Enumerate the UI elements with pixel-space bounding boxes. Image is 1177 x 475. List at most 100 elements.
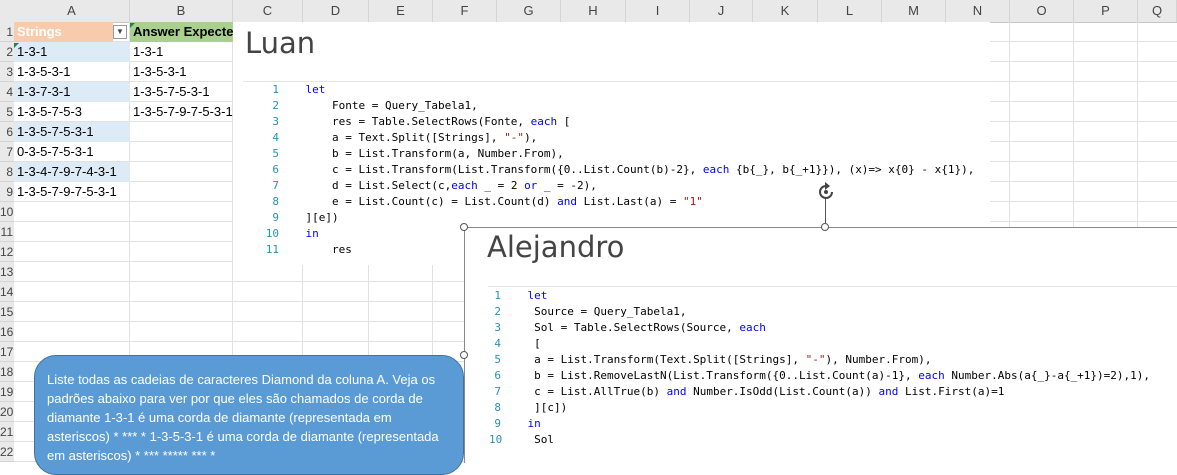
- resize-handle-top-middle[interactable]: [821, 223, 829, 231]
- code-keyword: let: [305, 83, 326, 96]
- string-cell[interactable]: 1-3-7-3-1: [14, 82, 130, 102]
- column-header-g[interactable]: G: [497, 0, 561, 22]
- string-cell[interactable]: 1-3-5-3-1: [14, 62, 130, 82]
- code-line: 5 b = List.Transform(a, Number.From),: [263, 146, 564, 162]
- row-header-3[interactable]: 3: [0, 62, 14, 82]
- expected-cell[interactable]: 1-3-5-7-9-7-5-3-1: [130, 102, 233, 122]
- alejandro-code-block: 1 let 2 Source = Query_Tabela1, 3 Sol = Ta…: [489, 288, 1174, 458]
- resize-handle-middle-left[interactable]: [460, 351, 468, 359]
- code-text: res = Table.SelectRows(Fonte,: [305, 115, 531, 128]
- row-header-10[interactable]: 10: [0, 202, 14, 222]
- code-line: 7 d = List.Select(c,each _ = 2 or _ = -2…: [263, 178, 597, 194]
- code-line: 6 c = List.Transform(List.Transform({0..…: [263, 162, 974, 178]
- alejandro-panel: Alejandro 1 let 2 Source = Query_Tabela1,…: [464, 227, 1177, 463]
- line-number: 2: [494, 305, 501, 318]
- row-header-19[interactable]: 19: [0, 382, 14, 402]
- column-header-k[interactable]: K: [753, 0, 818, 22]
- row-header-8[interactable]: 8: [0, 162, 14, 182]
- code-text: _ = 2: [477, 179, 525, 192]
- row-header-22[interactable]: 22: [0, 442, 14, 462]
- string-cell[interactable]: 1-3-5-7-5-3: [14, 102, 130, 122]
- column-header-d[interactable]: D: [303, 0, 369, 22]
- column-header-h[interactable]: H: [561, 0, 626, 22]
- code-text: [: [557, 115, 571, 128]
- line-number: 3: [494, 321, 501, 334]
- code-string: "-": [504, 131, 525, 144]
- code-line: 2 Fonte = Query_Tabela1,: [263, 98, 477, 114]
- code-text: Number.IsOdd(List.Count(a)): [686, 385, 879, 398]
- rotate-handle-icon[interactable]: [815, 181, 837, 203]
- column-header-o[interactable]: O: [1010, 0, 1074, 22]
- column-header-j[interactable]: J: [690, 0, 753, 22]
- code-line: 3 Sol = Table.SelectRows(Source, each: [489, 320, 766, 336]
- code-text: d = List.Select(c,: [305, 179, 452, 192]
- string-cell[interactable]: 1-3-5-7-9-7-5-3-1: [14, 182, 130, 202]
- column-header-m[interactable]: M: [882, 0, 946, 22]
- expected-cell[interactable]: 1-3-1: [130, 42, 233, 62]
- column-header-f[interactable]: F: [433, 0, 497, 22]
- string-cell[interactable]: 1-3-4-7-9-7-4-3-1: [14, 162, 130, 182]
- alejandro-title: Alejandro: [487, 230, 625, 264]
- filter-dropdown-icon[interactable]: ▼: [113, 25, 127, 39]
- column-header-l[interactable]: L: [818, 0, 882, 22]
- row-header-9[interactable]: 9: [0, 182, 14, 202]
- row-header-15[interactable]: 15: [0, 302, 14, 322]
- header-cell-answer-expected[interactable]: Answer Expected: [130, 22, 233, 42]
- code-line: 9 in: [489, 416, 541, 432]
- row-header-20[interactable]: 20: [0, 402, 14, 422]
- code-string: "1": [683, 195, 703, 208]
- row-header-21[interactable]: 21: [0, 422, 14, 442]
- code-line: 5 a = List.Transform(Text.Split([Strings…: [489, 352, 932, 368]
- code-text: b = List.Transform(a, Number.From),: [305, 147, 564, 160]
- line-number: 4: [494, 337, 501, 350]
- code-keyword: each: [739, 321, 766, 334]
- row-header-18[interactable]: 18: [0, 362, 14, 382]
- column-header-i[interactable]: I: [626, 0, 690, 22]
- header-cell-strings[interactable]: Strings: [14, 22, 113, 42]
- row-header-5[interactable]: 5: [0, 102, 14, 122]
- column-header-a[interactable]: A: [14, 0, 130, 22]
- line-number: 7: [494, 385, 501, 398]
- callout-shape[interactable]: Liste todas as cadeias de caracteres Dia…: [34, 355, 464, 475]
- code-keyword: let: [527, 289, 548, 302]
- code-text: a = Text.Split([Strings],: [305, 131, 505, 144]
- row-header-6[interactable]: 6: [0, 122, 14, 142]
- code-keyword: and: [557, 195, 578, 208]
- row-header-4[interactable]: 4: [0, 82, 14, 102]
- code-line: 1 let: [489, 288, 547, 304]
- row-header-16[interactable]: 16: [0, 322, 14, 342]
- string-cell[interactable]: 1-3-1: [14, 42, 130, 62]
- row-header-12[interactable]: 12: [0, 242, 14, 262]
- code-text: ), Number.From),: [825, 353, 932, 366]
- line-number: 7: [272, 179, 279, 192]
- code-text: c = List.Transform(List.Transform({0..Li…: [305, 163, 703, 176]
- row-header-13[interactable]: 13: [0, 262, 14, 282]
- code-keyword: or: [524, 179, 538, 192]
- line-number: 10: [265, 227, 279, 240]
- callout-text: Liste todas as cadeias de caracteres Dia…: [47, 372, 439, 463]
- code-keyword: in: [527, 417, 541, 430]
- row-header-17[interactable]: 17: [0, 342, 14, 362]
- row-header-14[interactable]: 14: [0, 282, 14, 302]
- string-cell[interactable]: 0-3-5-7-5-3-1: [14, 142, 130, 162]
- column-header-n[interactable]: N: [946, 0, 1010, 22]
- row-header-1[interactable]: 1: [0, 22, 14, 42]
- column-header-e[interactable]: E: [369, 0, 433, 22]
- column-header-c[interactable]: C: [233, 0, 303, 22]
- code-text: res: [305, 243, 352, 256]
- alejandro-divider: [488, 286, 1177, 287]
- row-header-2[interactable]: 2: [0, 42, 14, 62]
- line-number: 5: [272, 147, 279, 160]
- cell-indicator-triangle: [130, 23, 135, 28]
- row-header-7[interactable]: 7: [0, 142, 14, 162]
- column-header-q[interactable]: Q: [1138, 0, 1177, 22]
- column-header-b[interactable]: B: [130, 0, 233, 22]
- expected-cell[interactable]: 1-3-5-3-1: [130, 62, 233, 82]
- code-text: b = List.RemoveLastN(List.Transform({0..…: [527, 369, 919, 382]
- code-text: c = List.AllTrue(b): [527, 385, 667, 398]
- resize-handle-top-left[interactable]: [460, 223, 468, 231]
- column-header-p[interactable]: P: [1074, 0, 1138, 22]
- expected-cell[interactable]: 1-3-5-7-5-3-1: [130, 82, 233, 102]
- string-cell[interactable]: 1-3-5-7-5-3-1: [14, 122, 130, 142]
- row-header-11[interactable]: 11: [0, 222, 14, 242]
